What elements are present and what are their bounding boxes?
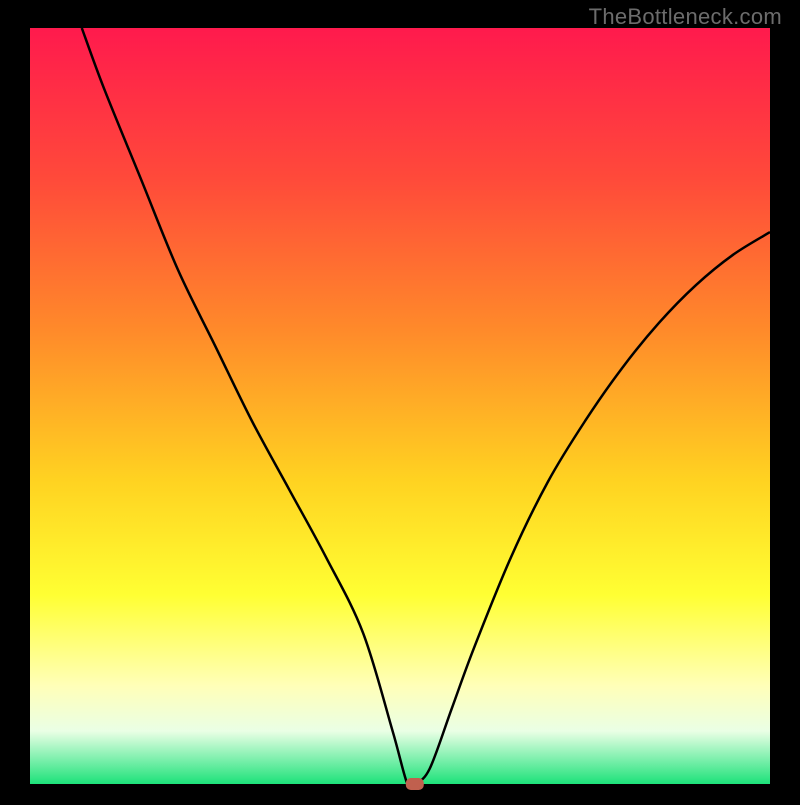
plot-background: [30, 28, 770, 784]
chart-svg: [0, 0, 800, 800]
optimal-point-marker: [406, 778, 424, 790]
watermark: TheBottleneck.com: [589, 4, 782, 30]
bottleneck-chart: TheBottleneck.com: [0, 0, 800, 800]
